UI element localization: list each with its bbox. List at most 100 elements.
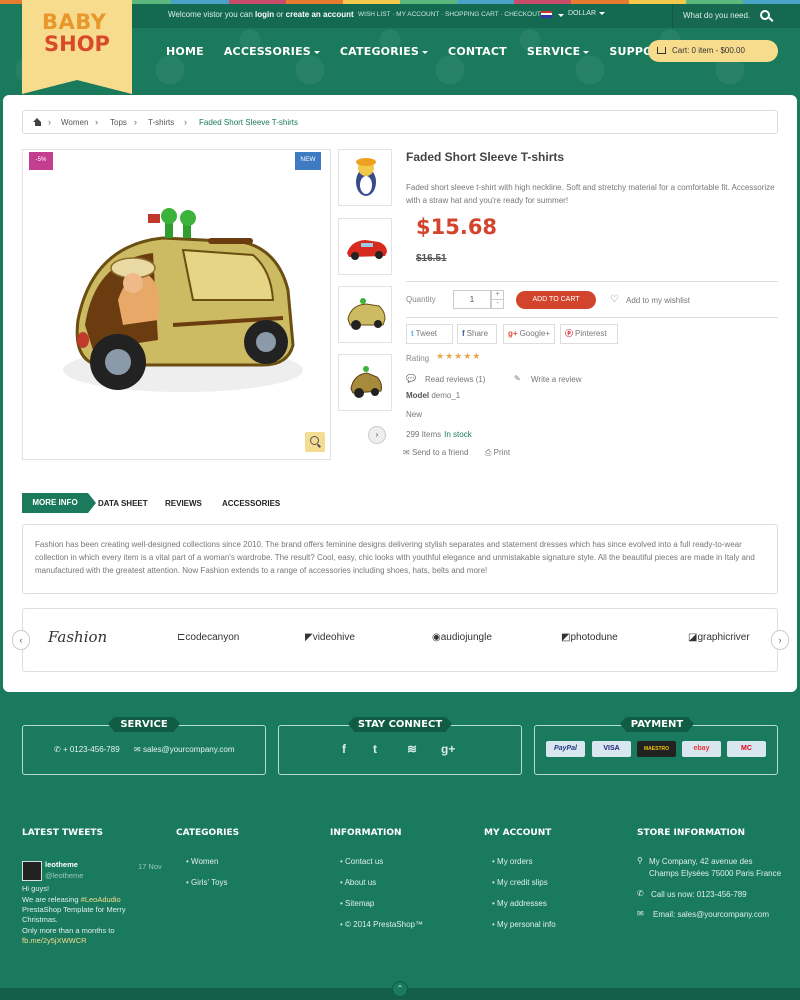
tab-more-info[interactable]: MORE INFO — [22, 493, 96, 513]
new-badge: NEW — [295, 152, 321, 170]
store-email[interactable]: Email: sales@yourcompany.com — [653, 909, 769, 921]
nav-home[interactable]: HOME — [166, 45, 204, 58]
product-old-price: $16.51 — [416, 253, 447, 264]
print-link[interactable]: ⎙ Print — [485, 448, 510, 458]
breadcrumb-current: Faded Short Sleeve T-shirts — [199, 118, 299, 127]
search-icon[interactable] — [760, 10, 770, 20]
brand-graphicriver[interactable]: ◪graphicriver — [688, 632, 750, 643]
thumbnail-4[interactable] — [338, 354, 392, 411]
nav-contact[interactable]: CONTACT — [448, 45, 507, 58]
back-to-top-icon[interactable]: ⌃ — [392, 981, 408, 997]
avatar[interactable] — [22, 861, 42, 881]
read-reviews-link[interactable]: Read reviews (1) — [425, 375, 485, 384]
chevron-right-icon: › — [134, 117, 137, 127]
nav-categories[interactable]: CATEGORIES — [340, 45, 429, 58]
logo-text-top: BABY — [42, 10, 107, 34]
tweet-button[interactable]: t Tweet — [406, 324, 453, 344]
quantity-label: Quantity — [406, 295, 436, 304]
thumbnail-3[interactable] — [338, 286, 392, 343]
tab-reviews[interactable]: REVIEWS — [165, 499, 202, 508]
thumbnail-2[interactable] — [338, 218, 392, 275]
search-box[interactable]: What do you need. — [672, 4, 780, 28]
breadcrumb-women[interactable]: Women — [61, 118, 88, 127]
brand-audiojungle[interactable]: ◉audiojungle — [432, 632, 492, 643]
footer-email[interactable]: ✉ sales@yourcompany.com — [134, 745, 235, 754]
nav-accessories[interactable]: ACCESSORIES — [224, 45, 320, 58]
carousel-next-button[interactable]: › — [771, 630, 789, 650]
welcome-text: Welcome vistor you can login or create a… — [168, 10, 354, 19]
tweet-link[interactable]: fb.me/2y5jXWWCR — [22, 936, 87, 945]
tab-data-sheet[interactable]: DATA SHEET — [98, 499, 148, 508]
pinterest-button[interactable]: ⓟ Pinterest — [560, 324, 618, 344]
envelope-icon: ✉ — [403, 448, 410, 457]
footer-link-women[interactable]: Women — [186, 857, 218, 866]
quantity-minus-button[interactable]: - — [491, 299, 504, 309]
brand-photodune[interactable]: ◩photodune — [561, 632, 618, 643]
quantity-input[interactable]: 1 — [453, 290, 491, 309]
send-to-friend-link[interactable]: ✉ Send to a friend — [403, 448, 468, 457]
footer-link-addresses[interactable]: My addresses — [492, 899, 547, 908]
product-main-image[interactable] — [22, 149, 331, 460]
nav-service[interactable]: SERVICE — [527, 45, 590, 58]
cart-button[interactable]: Cart: 0 item - $00.00 — [648, 40, 778, 62]
tweet-handle[interactable]: @leotheme — [45, 871, 83, 880]
footer-link-credit-slips[interactable]: My credit slips — [492, 878, 548, 887]
product-price: $15.68 — [416, 215, 498, 239]
google-plus-icon: g+ — [508, 329, 518, 338]
footer-link-about[interactable]: About us — [340, 878, 377, 887]
rating-label: Rating — [406, 354, 430, 363]
carousel-prev-button[interactable]: ‹ — [12, 630, 30, 650]
tweet-line: We are releasing #LeoAdudio — [22, 895, 121, 904]
tweet-hashtag[interactable]: #LeoAdudio — [81, 895, 121, 904]
rss-icon[interactable]: ≋ — [407, 742, 417, 756]
top-links[interactable]: WISH LIST · MY ACCOUNT · SHOPPING CART ·… — [358, 11, 541, 18]
brand-fashion[interactable]: Fashion — [48, 628, 107, 646]
brand-videohive[interactable]: ◤videohive — [305, 632, 355, 643]
facebook-icon[interactable]: f — [342, 742, 346, 756]
language-caret-icon[interactable] — [555, 10, 564, 20]
google-plus-icon[interactable]: g+ — [441, 742, 455, 756]
home-icon[interactable] — [33, 118, 42, 126]
breadcrumb-tops[interactable]: Tops — [110, 118, 127, 127]
footer-link-sitemap[interactable]: Sitemap — [340, 899, 374, 908]
divider — [406, 281, 778, 282]
printer-icon: ⎙ — [485, 448, 492, 457]
logo-text-bottom: SHOP — [44, 32, 110, 56]
google-plus-button[interactable]: g+ Google+ — [503, 324, 555, 344]
toy-car-side-image — [350, 366, 382, 398]
product-model: Model demo_1 — [406, 391, 461, 400]
audiojungle-icon: ◉ — [432, 632, 441, 643]
currency-selector[interactable]: DOLLAR — [568, 10, 606, 17]
add-to-cart-button[interactable]: ADD TO CART — [516, 291, 596, 309]
tweet-user[interactable]: leotheme — [45, 860, 78, 869]
logo[interactable]: BABY SHOP — [22, 0, 132, 94]
product-condition: New — [406, 410, 423, 419]
footer-link-girls-toys[interactable]: Girls' Toys — [186, 878, 228, 887]
search-input[interactable]: What do you need. — [683, 11, 750, 20]
write-review-link[interactable]: Write a review — [531, 375, 582, 384]
thumbnail-1[interactable] — [338, 149, 392, 206]
add-to-wishlist-link[interactable]: Add to my wishlist — [626, 296, 690, 305]
flag-icon[interactable] — [541, 11, 552, 18]
twitter-icon[interactable]: t — [373, 742, 377, 756]
footer-link-personal-info[interactable]: My personal info — [492, 920, 556, 929]
brand-codecanyon[interactable]: ⊏codecanyon — [177, 632, 239, 643]
store-information-title: STORE INFORMATION — [637, 828, 745, 838]
product-description: Faded short sleeve t-shirt with high nec… — [406, 183, 775, 205]
breadcrumb-tshirts[interactable]: T-shirts — [148, 118, 174, 127]
create-account-link[interactable]: create an account — [286, 10, 354, 19]
cart-summary: Cart: 0 item - $00.00 — [672, 46, 745, 55]
footer-link-contact[interactable]: Contact us — [340, 857, 383, 866]
login-link[interactable]: login — [255, 10, 274, 19]
heart-icon[interactable]: ♡ — [610, 294, 619, 305]
more-info-text: Fashion has been creating well-designed … — [35, 540, 755, 575]
facebook-share-button[interactable]: f Share — [457, 324, 497, 344]
zoom-icon[interactable] — [305, 432, 325, 452]
footer-phone[interactable]: ✆ + 0123-456-789 — [54, 745, 120, 754]
thumbnail-next-button[interactable]: › — [368, 426, 386, 444]
tab-accessories[interactable]: ACCESSORIES — [222, 499, 280, 508]
footer-link-orders[interactable]: My orders — [492, 857, 533, 866]
videohive-icon: ◤ — [305, 632, 313, 643]
comment-icon: 💬 — [406, 374, 416, 383]
phone-icon: ✆ — [54, 745, 61, 754]
